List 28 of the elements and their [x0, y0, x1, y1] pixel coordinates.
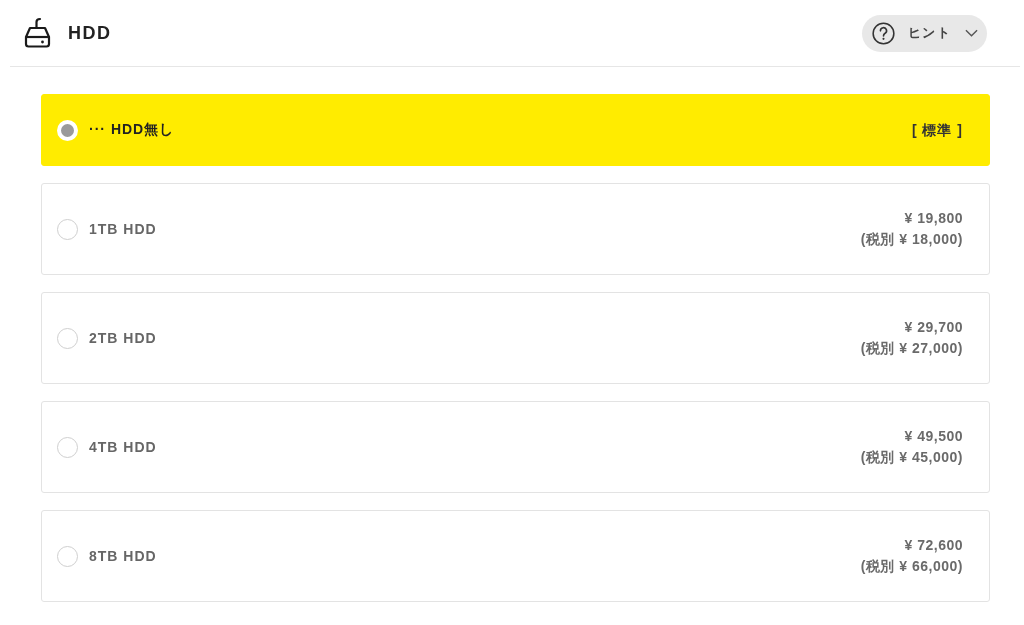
price-text: ¥ 49,500 — [904, 427, 963, 446]
option-label: 8TB HDD — [89, 548, 157, 564]
radio-button[interactable] — [57, 218, 78, 240]
price-text: ¥ 72,600 — [904, 536, 963, 555]
option-label: 1TB HDD — [89, 221, 157, 237]
option-card[interactable]: 4TB HDD ¥ 49,500 (税別 ¥ 45,000) — [41, 401, 990, 493]
radio-button[interactable] — [57, 545, 78, 567]
hard-drive-icon — [24, 16, 51, 48]
help-icon — [871, 21, 895, 45]
radio-button[interactable] — [57, 436, 78, 458]
price-text: ¥ 29,700 — [904, 318, 963, 337]
radio-button[interactable] — [57, 327, 78, 349]
option-card[interactable]: 2TB HDD ¥ 29,700 (税別 ¥ 27,000) — [41, 292, 990, 384]
option-label: 2TB HDD — [89, 330, 157, 346]
option-label: ··· HDD無し — [89, 121, 175, 139]
option-card[interactable]: 1TB HDD ¥ 19,800 (税別 ¥ 18,000) — [41, 183, 990, 275]
section-title: HDD — [68, 22, 112, 44]
hint-button[interactable]: ヒント — [861, 14, 987, 52]
chevron-down-icon — [965, 29, 978, 37]
standard-note: [ 標準 ] — [911, 121, 963, 140]
price-excluding-tax-text: (税別 ¥ 27,000) — [860, 339, 963, 358]
option-card[interactable]: ··· HDD無し [ 標準 ] — [41, 94, 990, 166]
price-text: ¥ 19,800 — [904, 209, 963, 228]
option-label: 4TB HDD — [89, 439, 157, 455]
price-excluding-tax-text: (税別 ¥ 18,000) — [860, 230, 963, 249]
price-excluding-tax-text: (税別 ¥ 66,000) — [860, 557, 963, 576]
option-card[interactable]: 8TB HDD ¥ 72,600 (税別 ¥ 66,000) — [41, 510, 990, 602]
price-excluding-tax-text: (税別 ¥ 45,000) — [860, 448, 963, 467]
